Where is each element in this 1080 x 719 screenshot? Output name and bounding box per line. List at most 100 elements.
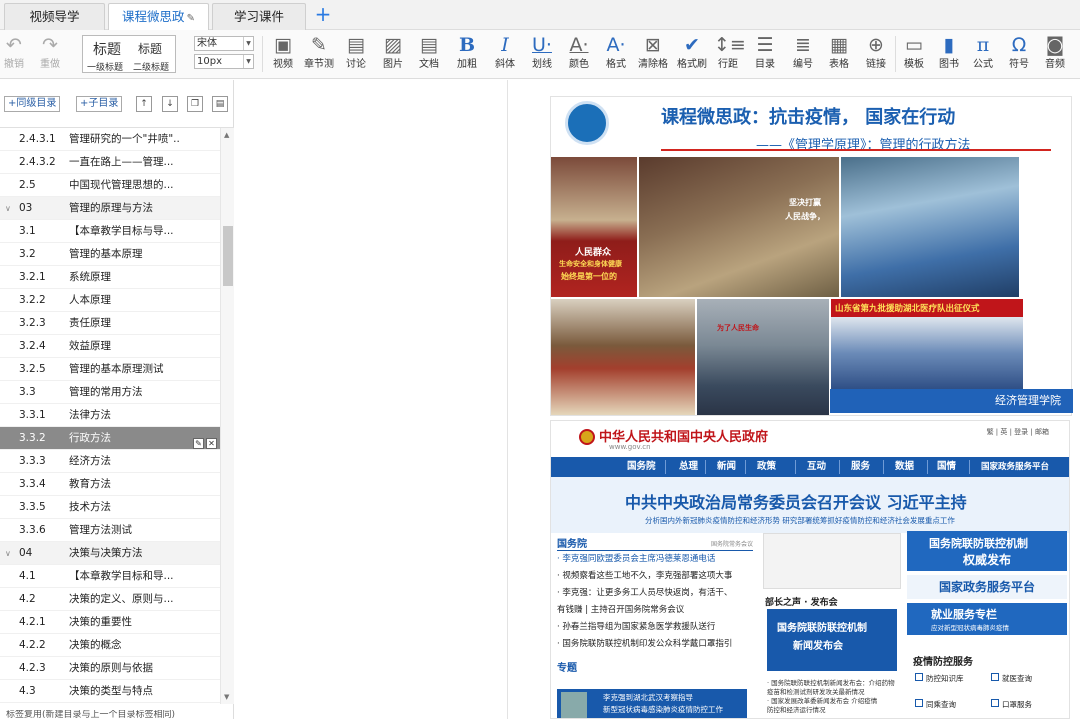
book-button[interactable]: ▮ 图书 bbox=[936, 32, 962, 76]
outline-item[interactable]: 3.3.1 法律方法 bbox=[0, 404, 220, 427]
outline-title: 决策的概念 bbox=[69, 639, 122, 651]
edit-icon[interactable]: ✎ bbox=[193, 438, 204, 449]
course-poster-image[interactable]: 课程微思政：抗击疫情， 国家在行动 ——《管理学原理》：管理的行政方法 人民群众… bbox=[550, 96, 1073, 416]
nav-separator bbox=[705, 460, 706, 474]
template-button[interactable]: ▭ 模板 bbox=[900, 32, 928, 76]
outline-scrollbar[interactable]: ▲ ▼ bbox=[220, 128, 234, 704]
service-item: 口罩服务 bbox=[991, 699, 1032, 710]
outline-item[interactable]: 3.2.3 责任原理 bbox=[0, 312, 220, 335]
outline-item[interactable]: 3.1 【本章教学目标与导... bbox=[0, 220, 220, 243]
outline-item[interactable]: 3.2.5 管理的基本原理测试 bbox=[0, 358, 220, 381]
outline-number: 3.3.1 bbox=[19, 409, 46, 421]
outline-title: 管理的原理与方法 bbox=[69, 202, 153, 214]
symbol-button[interactable]: Ω 符号 bbox=[1006, 32, 1032, 76]
scroll-down-icon[interactable]: ▼ bbox=[224, 693, 229, 701]
outline-item[interactable]: 3.3.6 管理方法测试 bbox=[0, 519, 220, 542]
move-down-icon[interactable]: ↓ bbox=[162, 96, 178, 112]
undo-button[interactable]: ↶ 撤销 bbox=[2, 32, 26, 76]
outline-item[interactable]: 3.3 管理的常用方法 bbox=[0, 381, 220, 404]
tag-reuse-option[interactable]: 标签复用(新建目录与上一个目录标签相同) bbox=[0, 710, 234, 719]
heading-style-picker[interactable]: 标题 标题 一级标题 二级标题 bbox=[82, 35, 176, 73]
gov-news-item: · 李克强同欧盟委员会主席冯德莱恩通电话 bbox=[557, 554, 716, 564]
outline-number: 3.1 bbox=[19, 225, 36, 237]
chevron-down-icon[interactable]: ∨ bbox=[5, 197, 11, 220]
outline-chapter[interactable]: ∨ 04 决策与决策方法 bbox=[0, 542, 220, 565]
chevron-down-icon[interactable]: ∨ bbox=[5, 542, 11, 565]
font-color-button[interactable]: A· 颜色 bbox=[566, 32, 592, 76]
font-family-select[interactable]: 宋体 ▼ bbox=[194, 36, 254, 51]
outline-item[interactable]: 4.2.2 决策的概念 bbox=[0, 634, 220, 657]
nav-separator bbox=[883, 460, 884, 474]
outline-item[interactable]: 3.2.4 效益原理 bbox=[0, 335, 220, 358]
topic-text: 新型冠状病毒感染肺炎疫情防控工作 bbox=[603, 705, 723, 714]
outline-item[interactable]: 4.2 决策的定义、原则与... bbox=[0, 588, 220, 611]
outline-item[interactable]: 3.3.5 技术方法 bbox=[0, 496, 220, 519]
heading2-label: 二级标题 bbox=[133, 63, 170, 73]
outline-item[interactable]: 3.2 管理的基本原理 bbox=[0, 243, 220, 266]
edit-icon[interactable]: ✎ bbox=[187, 13, 195, 24]
outline-item[interactable]: 3.3.3 经济方法 bbox=[0, 450, 220, 473]
bold-button[interactable]: B 加粗 bbox=[454, 32, 480, 76]
formula-button[interactable]: π 公式 bbox=[970, 32, 996, 76]
outline-item[interactable]: 4.3 决策的类型与特点 bbox=[0, 680, 220, 703]
delete-icon[interactable]: ✕ bbox=[206, 438, 217, 449]
toc-button[interactable]: ☰ 目录 bbox=[752, 32, 778, 76]
gov-nav-item: 总理 bbox=[679, 461, 699, 472]
gov-authority-block: 国务院联防联控机制 权威发布 bbox=[907, 531, 1067, 571]
editor-toolbar: ↶ 撤销 ↷ 重做 标题 标题 一级标题 二级标题 宋体 ▼ 10px ▼ ▣ 视频 ✎ 章… bbox=[0, 30, 1080, 79]
line-height-button[interactable]: ↕≡ 行距 bbox=[714, 32, 746, 76]
outline-chapter[interactable]: ∨ 03 管理的原理与方法 bbox=[0, 197, 220, 220]
button-label: 格式 bbox=[606, 59, 626, 70]
format-painter-button[interactable]: ✔ 格式刷 bbox=[674, 32, 710, 76]
clear-format-button[interactable]: ⊠ 清除格 bbox=[636, 32, 670, 76]
scrollbar-thumb[interactable] bbox=[223, 226, 233, 286]
insert-image-button[interactable]: ▨ 图片 bbox=[380, 32, 406, 76]
insert-document-button[interactable]: ▤ 文档 bbox=[416, 32, 442, 76]
outline-item[interactable]: 4.1 【本章教学目标和导... bbox=[0, 565, 220, 588]
format-button[interactable]: A· 格式 bbox=[602, 32, 630, 76]
insert-video-button[interactable]: ▣ 视频 bbox=[268, 32, 298, 76]
outline-number: 3.2.2 bbox=[19, 294, 46, 306]
font-size-select[interactable]: 10px ▼ bbox=[194, 54, 254, 69]
redo-button[interactable]: ↷ 重做 bbox=[38, 32, 62, 76]
paste-icon[interactable]: ▤ bbox=[212, 96, 228, 112]
add-tab-icon[interactable]: + bbox=[312, 3, 334, 27]
outline-item[interactable]: 4.2.1 决策的重要性 bbox=[0, 611, 220, 634]
italic-button[interactable]: I 斜体 bbox=[492, 32, 518, 76]
outline-item[interactable]: 4.2.3 决策的原则与依据 bbox=[0, 657, 220, 680]
tab-course-ideology[interactable]: 课程微思政 ✎ bbox=[108, 3, 209, 31]
add-sibling-button[interactable]: +同级目录 bbox=[4, 96, 61, 112]
gov-website-image[interactable]: 中华人民共和国中央人民政府 www.gov.cn 繁 | 英 | 登录 | 邮箱… bbox=[550, 420, 1070, 719]
gov-nav-item: 数据 bbox=[895, 461, 915, 472]
link-button[interactable]: ⊕ 链接 bbox=[862, 32, 890, 76]
outline-item[interactable]: 3.2.1 系统原理 bbox=[0, 266, 220, 289]
chapter-test-button[interactable]: ✎ 章节测 bbox=[302, 32, 336, 76]
outline-item[interactable]: 3.3.2 行政方法 ✎ ✕ bbox=[0, 427, 220, 450]
discussion-button[interactable]: ▤ 讨论 bbox=[342, 32, 370, 76]
scroll-up-icon[interactable]: ▲ bbox=[224, 131, 229, 139]
tab-video-guide[interactable]: 视频导学 bbox=[4, 3, 105, 30]
move-up-icon[interactable]: ↑ bbox=[136, 96, 152, 112]
heading1-sample[interactable]: 标题 bbox=[93, 39, 121, 59]
audio-button[interactable]: ◙ 音频 bbox=[1042, 32, 1068, 76]
underline-button[interactable]: U· 划线 bbox=[528, 32, 556, 76]
gov-section-title: 国务院 bbox=[557, 539, 587, 550]
outline-item[interactable]: 2.4.3.2 一直在路上——管理... bbox=[0, 151, 220, 174]
outline-item[interactable]: 2.4.3.1 管理研究的一个"井喷"... bbox=[0, 128, 220, 151]
add-child-button[interactable]: +子目录 bbox=[76, 96, 123, 112]
chevron-down-icon: ▼ bbox=[243, 37, 253, 50]
button-label: 模板 bbox=[904, 59, 924, 70]
copy-icon[interactable]: ❐ bbox=[187, 96, 203, 112]
table-button[interactable]: ▦ 表格 bbox=[826, 32, 852, 76]
button-label: 清除格 bbox=[638, 59, 668, 70]
outline-item[interactable]: 2.5 中国现代管理思想的... bbox=[0, 174, 220, 197]
gov-subheadline: 分析国内外新冠肺炎疫情防控和经济形势 研究部署统筹抓好疫情防控和经济社会发展重点… bbox=[645, 516, 955, 525]
outline-number: 2.5 bbox=[19, 179, 36, 191]
heading2-sample[interactable]: 标题 bbox=[138, 40, 162, 57]
numbering-button[interactable]: ≣ 编号 bbox=[790, 32, 816, 76]
tab-courseware[interactable]: 学习课件 bbox=[212, 3, 306, 30]
outline-item[interactable]: 3.3.4 教育方法 bbox=[0, 473, 220, 496]
gov-nav-item: 国务院 bbox=[627, 461, 656, 472]
outline-number: 4.3 bbox=[19, 685, 36, 697]
outline-item[interactable]: 3.2.2 人本原理 bbox=[0, 289, 220, 312]
